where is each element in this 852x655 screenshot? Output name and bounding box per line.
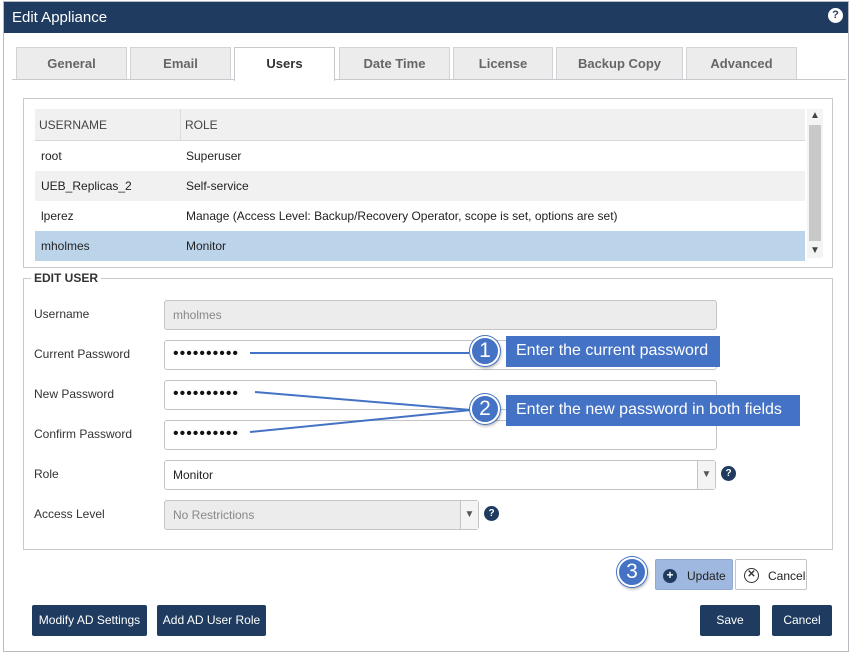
access-level-label: Access Level [34,507,105,521]
tab-bar: General Email Users Date Time License Ba… [12,47,846,81]
table-row[interactable]: root Superuser [35,141,805,171]
callout-1-text: Enter the current password [506,336,720,367]
table-row-selected[interactable]: mholmes Monitor [35,231,805,261]
cancel-button[interactable]: Cancel [772,605,832,636]
table-row[interactable]: UEB_Replicas_2 Self-service [35,171,805,201]
scroll-down-icon[interactable]: ▼ [807,244,823,258]
scroll-thumb[interactable] [809,125,821,241]
tab-backup-copy[interactable]: Backup Copy [556,47,683,79]
row-username: lperez [41,209,74,223]
help-icon[interactable]: ? [828,8,843,23]
role-label: Role [34,467,59,481]
role-select[interactable]: Monitor ▼ [164,460,716,490]
row-role: Self-service [186,179,249,193]
access-level-value: No Restrictions [173,508,255,522]
update-button-label: Update [687,569,726,583]
scroll-up-icon[interactable]: ▲ [807,109,823,123]
chevron-down-icon: ▼ [460,501,478,529]
cancel-edit-button[interactable]: ✕ Cancel [735,559,807,590]
tab-advanced[interactable]: Advanced [686,47,797,79]
tab-users[interactable]: Users [234,47,335,81]
table-row[interactable]: lperez Manage (Access Level: Backup/Reco… [35,201,805,231]
chevron-down-icon[interactable]: ▼ [697,461,715,489]
add-ad-user-role-button[interactable]: Add AD User Role [157,605,266,636]
column-role[interactable]: ROLE [185,118,218,132]
close-icon: ✕ [744,568,759,583]
callout-3-badge: 3 [617,557,647,587]
modify-ad-settings-button[interactable]: Modify AD Settings [32,605,147,636]
title-bar: Edit Appliance ? [4,2,848,33]
row-username: root [41,149,62,163]
access-level-help-icon[interactable]: ? [484,506,499,521]
cancel-edit-button-label: Cancel [768,569,806,583]
username-field: mholmes [164,300,717,330]
access-level-select: No Restrictions ▼ [164,500,479,530]
confirm-password-label: Confirm Password [34,427,133,441]
current-password-label: Current Password [34,347,131,361]
edit-appliance-dialog: Edit Appliance ? General Email Users Dat… [3,1,849,652]
column-divider [180,109,181,141]
users-table: USERNAME ROLE root Superuser UEB_Replica… [23,98,833,268]
row-role: Monitor [186,239,227,253]
tab-general[interactable]: General [16,47,127,79]
role-select-value: Monitor [173,468,214,482]
edit-user-legend: EDIT USER [31,271,102,285]
tab-license[interactable]: License [453,47,553,79]
table-header: USERNAME ROLE [35,109,805,141]
column-username[interactable]: USERNAME [39,118,107,132]
username-label: Username [34,307,90,321]
new-password-label: New Password [34,387,115,401]
row-role: Manage (Access Level: Backup/Recovery Op… [186,209,618,223]
row-username: mholmes [41,239,90,253]
callout-1-badge: 1 [470,336,500,366]
save-button[interactable]: Save [700,605,760,636]
tab-email[interactable]: Email [130,47,231,79]
row-username: UEB_Replicas_2 [41,179,132,193]
callout-2-text: Enter the new password in both fields [506,395,800,426]
update-button[interactable]: + Update [655,559,733,590]
dialog-title: Edit Appliance [12,9,108,26]
role-help-icon[interactable]: ? [721,466,736,481]
table-scrollbar[interactable]: ▲ ▼ [807,109,823,258]
callout-2-badge: 2 [470,394,500,424]
plus-icon: + [663,569,677,583]
row-role: Superuser [186,149,242,163]
tab-date-time[interactable]: Date Time [339,47,450,79]
